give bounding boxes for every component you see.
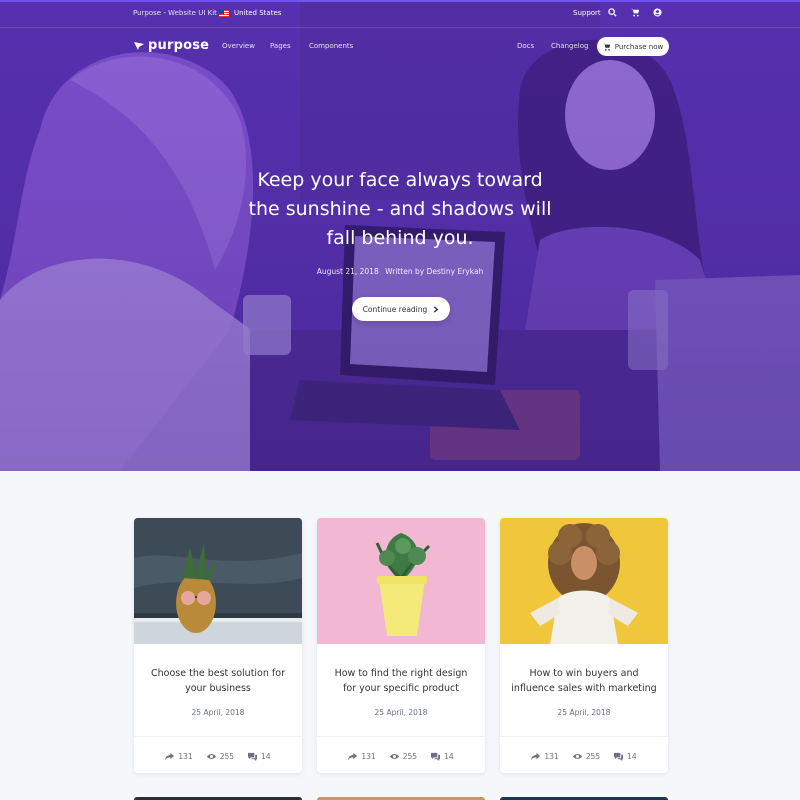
nav-pages[interactable]: Pages bbox=[270, 42, 291, 50]
nav-components[interactable]: Components bbox=[309, 42, 353, 50]
hero-date: August 21, 2018 bbox=[316, 267, 379, 276]
card-date: 25 April, 2018 bbox=[191, 708, 245, 717]
card-divider bbox=[134, 736, 302, 737]
blog-card-3[interactable]: How to win buyers and influence sales wi… bbox=[500, 518, 668, 773]
eye-icon bbox=[572, 754, 582, 759]
pineapple-image bbox=[134, 518, 302, 644]
share-stat[interactable]: 131 bbox=[165, 752, 193, 761]
comments-icon bbox=[248, 752, 258, 761]
eye-icon bbox=[389, 754, 399, 759]
share-icon bbox=[165, 752, 175, 761]
woman-portrait-image bbox=[500, 518, 668, 644]
share-stat[interactable]: 131 bbox=[348, 752, 376, 761]
nav-overview[interactable]: Overview bbox=[222, 42, 255, 50]
purchase-now-label: Purchase now bbox=[614, 42, 664, 51]
topbar-brand-link[interactable]: Purpose - Website UI Kit bbox=[133, 9, 217, 17]
views-stat: 255 bbox=[389, 752, 418, 761]
share-count: 131 bbox=[361, 752, 376, 761]
continue-reading-button[interactable]: Continue reading bbox=[352, 297, 450, 321]
share-stat[interactable]: 131 bbox=[531, 752, 559, 761]
main-navbar: purpose Overview Pages Components Docs C… bbox=[0, 28, 800, 66]
card-stats: 131 255 14 bbox=[500, 752, 668, 761]
hero-title: Keep your face always toward the sunshin… bbox=[248, 169, 552, 249]
card-title[interactable]: Choose the best solution for your busine… bbox=[144, 666, 292, 696]
comments-count: 14 bbox=[444, 752, 454, 761]
comments-icon bbox=[614, 752, 624, 761]
share-icon bbox=[531, 752, 541, 761]
nav-docs[interactable]: Docs bbox=[517, 42, 534, 50]
card-title[interactable]: How to win buyers and influence sales wi… bbox=[510, 666, 658, 696]
comments-icon bbox=[431, 752, 441, 761]
plant-image bbox=[317, 518, 485, 644]
card-divider bbox=[317, 736, 485, 737]
card-stats: 131 255 14 bbox=[317, 752, 485, 761]
views-stat: 255 bbox=[206, 752, 235, 761]
card-stats: 131 255 14 bbox=[134, 752, 302, 761]
views-count: 255 bbox=[402, 752, 418, 761]
card-date: 25 April, 2018 bbox=[374, 708, 428, 717]
top-bar: Purpose - Website UI Kit United States S… bbox=[0, 0, 800, 28]
us-flag-icon bbox=[219, 10, 229, 17]
cart-icon[interactable] bbox=[630, 8, 640, 18]
card-title[interactable]: How to find the right design for your sp… bbox=[327, 666, 475, 696]
user-icon[interactable] bbox=[652, 8, 662, 18]
logo-mark-icon bbox=[134, 41, 144, 50]
country-selector[interactable]: United States bbox=[234, 9, 281, 17]
logo[interactable]: purpose bbox=[134, 38, 209, 53]
eye-icon bbox=[206, 754, 216, 759]
cart-icon bbox=[602, 43, 610, 51]
comments-stat[interactable]: 14 bbox=[614, 752, 637, 761]
share-count: 131 bbox=[544, 752, 559, 761]
blog-card-1[interactable]: Choose the best solution for your busine… bbox=[134, 518, 302, 773]
continue-reading-label: Continue reading bbox=[362, 304, 428, 314]
hero-meta: August 21, 2018 Written by Destiny Eryka… bbox=[270, 267, 530, 276]
purchase-now-button[interactable]: Purchase now bbox=[597, 37, 669, 56]
card-divider bbox=[500, 736, 668, 737]
share-count: 131 bbox=[178, 752, 193, 761]
search-icon[interactable] bbox=[607, 8, 617, 18]
comments-count: 14 bbox=[627, 752, 637, 761]
comments-count: 14 bbox=[261, 752, 271, 761]
chevron-right-icon bbox=[434, 305, 439, 313]
views-count: 255 bbox=[219, 752, 235, 761]
comments-stat[interactable]: 14 bbox=[248, 752, 271, 761]
logo-text: purpose bbox=[148, 38, 210, 53]
views-stat: 255 bbox=[572, 752, 601, 761]
blog-card-2[interactable]: How to find the right design for your sp… bbox=[317, 518, 485, 773]
card-date: 25 April, 2018 bbox=[557, 708, 611, 717]
comments-stat[interactable]: 14 bbox=[431, 752, 454, 761]
hero-section: Purpose - Website UI Kit United States S… bbox=[0, 0, 800, 471]
nav-changelog[interactable]: Changelog bbox=[551, 42, 588, 50]
support-link[interactable]: Support bbox=[573, 9, 601, 17]
share-icon bbox=[348, 752, 358, 761]
views-count: 255 bbox=[585, 752, 601, 761]
hero-author[interactable]: Written by Destiny Erykah bbox=[385, 267, 483, 276]
